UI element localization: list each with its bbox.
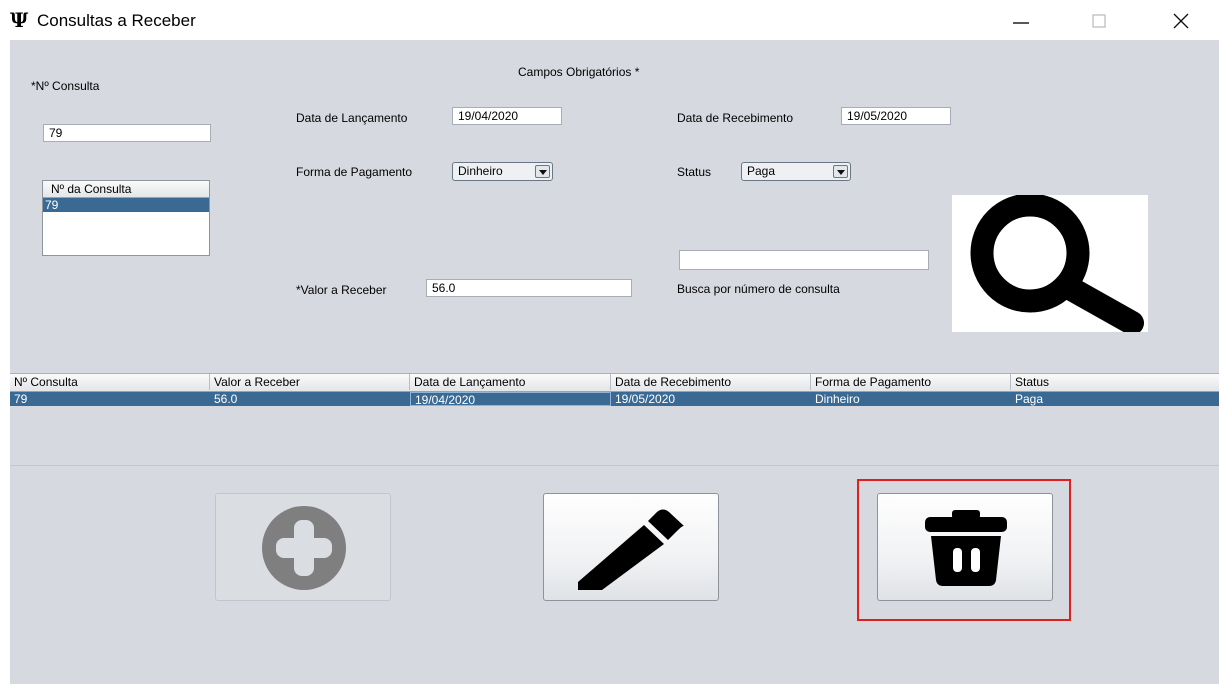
minimize-button[interactable] — [998, 6, 1044, 36]
maximize-icon — [1092, 14, 1106, 28]
column-header-valor[interactable]: Valor a Receber — [210, 374, 410, 390]
plus-circle-icon — [262, 506, 346, 590]
column-header-lancamento[interactable]: Data de Lançamento — [410, 374, 611, 390]
divider — [10, 465, 1219, 466]
table-cell: Dinheiro — [815, 392, 860, 406]
close-icon — [1173, 13, 1189, 29]
trash-icon — [925, 510, 1007, 586]
table-cell: 19/05/2020 — [615, 392, 676, 406]
column-header-status[interactable]: Status — [1011, 374, 1219, 390]
data-lancamento-input[interactable] — [452, 107, 562, 125]
table-cell: Paga — [1015, 392, 1044, 406]
column-header-consulta[interactable]: Nº Consulta — [10, 374, 210, 390]
busca-label: Busca por número de consulta — [677, 282, 840, 296]
window-title: Consultas a Receber — [37, 11, 196, 30]
search-icon — [970, 193, 1144, 335]
forma-pagamento-label: Forma de Pagamento — [296, 165, 413, 179]
data-recebimento-label: Data de Recebimento — [677, 111, 794, 125]
data-lancamento-label: Data de Lançamento — [296, 111, 408, 125]
title-bar[interactable]: Ψ Consultas a Receber — [0, 0, 1219, 40]
maximize-button[interactable] — [1076, 6, 1122, 36]
column-header-recebimento[interactable]: Data de Recebimento — [611, 374, 811, 390]
delete-button[interactable] — [877, 493, 1053, 601]
column-header-forma[interactable]: Forma de Pagamento — [811, 374, 1011, 390]
busca-input[interactable] — [679, 250, 929, 270]
table-cell: 79 — [14, 392, 28, 406]
consulta-input[interactable] — [43, 124, 211, 142]
add-button[interactable] — [215, 493, 391, 601]
edit-button[interactable] — [543, 493, 719, 601]
consulta-list[interactable]: Nº da Consulta 79 — [42, 180, 210, 256]
valor-label: *Valor a Receber — [296, 283, 387, 297]
minimize-icon — [1013, 22, 1029, 24]
app-psi-icon: Ψ — [10, 8, 29, 32]
chevron-down-icon — [833, 165, 848, 178]
chevron-down-icon — [535, 165, 550, 178]
status-select[interactable]: Paga — [741, 162, 851, 181]
consultas-table[interactable]: Nº Consulta Valor a Receber Data de Lanç… — [10, 373, 1219, 466]
data-recebimento-input[interactable] — [841, 107, 951, 125]
table-cell: 19/04/2020 — [410, 392, 611, 407]
required-fields-note: Campos Obrigatórios * — [518, 65, 640, 79]
consulta-list-header[interactable]: Nº da Consulta — [43, 181, 209, 198]
list-item[interactable]: 79 — [43, 198, 209, 212]
consulta-label: *Nº Consulta — [31, 79, 100, 93]
status-label: Status — [677, 165, 712, 179]
pencil-icon — [578, 509, 684, 590]
search-image[interactable] — [952, 193, 1148, 335]
table-cell: 56.0 — [214, 392, 238, 406]
table-header: Nº Consulta Valor a Receber Data de Lanç… — [10, 374, 1219, 392]
valor-input[interactable] — [426, 279, 632, 297]
forma-pagamento-select[interactable]: Dinheiro — [452, 162, 553, 181]
close-button[interactable] — [1158, 6, 1204, 36]
table-row[interactable]: 79 56.0 19/04/2020 19/05/2020 Dinheiro P… — [10, 392, 1219, 407]
client-area: Campos Obrigatórios * *Nº Consulta Nº da… — [10, 40, 1219, 684]
